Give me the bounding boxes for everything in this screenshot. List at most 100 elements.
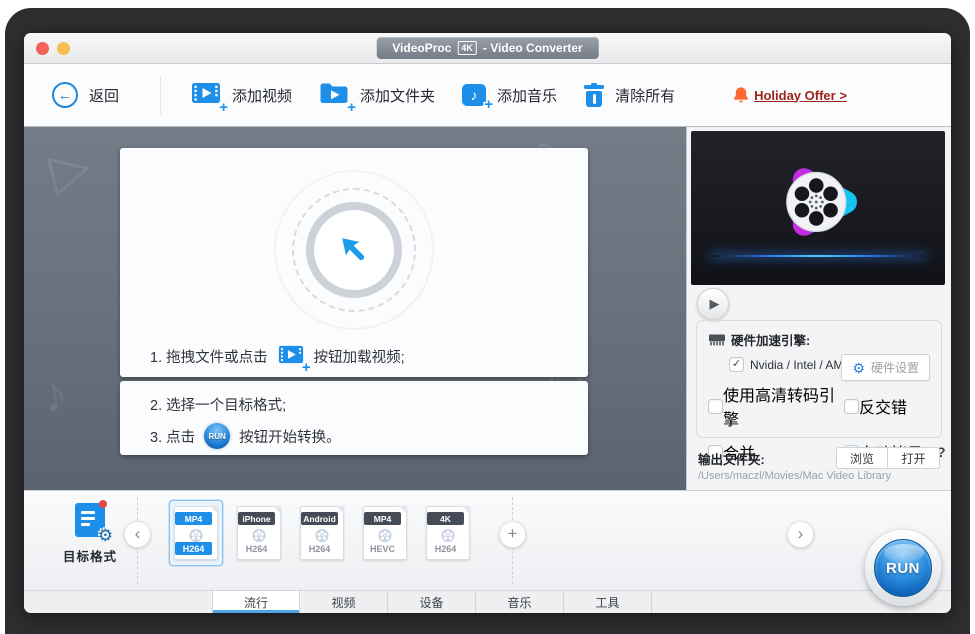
videoproc-logo <box>766 150 870 254</box>
instruction-step-3: 3. 点击 RUN 按钮开始转换。 <box>150 423 558 449</box>
back-icon: ← <box>52 82 78 108</box>
format-card-4k-h264[interactable]: 4K H264 <box>421 500 475 566</box>
add-video-icon: + <box>191 81 221 109</box>
gear-icon: ⚙ <box>98 527 113 544</box>
add-format-button[interactable]: + <box>499 521 526 548</box>
browse-button[interactable]: 浏览 <box>836 447 888 469</box>
plus-icon: + <box>484 97 493 112</box>
format-badge: 4K <box>427 512 464 525</box>
format-codec: H264 <box>301 542 338 555</box>
hd-engine-label: 使用高清转码引擎 <box>723 382 844 430</box>
open-button[interactable]: 打开 <box>888 447 940 469</box>
bell-icon <box>732 86 750 104</box>
close-button[interactable] <box>36 42 49 55</box>
minimize-button[interactable] <box>57 42 70 55</box>
gpu-row: ✓ Nvidia / Intel / AMD ⚙ 硬件设置 <box>708 357 930 372</box>
format-bar: ⚙ 目标格式 ‹ MP4 H264 <box>24 490 951 590</box>
step1-prefix: 1. 拖拽文件或点击 <box>150 346 268 367</box>
format-card-mp4-hevc[interactable]: MP4 HEVC <box>358 500 412 566</box>
target-format-label: 目标格式 <box>60 546 120 565</box>
run-button[interactable]: RUN <box>874 539 932 597</box>
play-icon: ▶ <box>710 296 720 312</box>
tab-device[interactable]: 设备 <box>388 591 476 613</box>
add-video-icon: + <box>278 344 304 369</box>
holiday-offer-link[interactable]: Holiday Offer > <box>732 86 847 104</box>
hardware-groupbox: 硬件加速引擎: ✓ Nvidia / Intel / AMD ⚙ 硬件设置 <box>696 320 942 438</box>
category-tabbar: 流行 视频 设备 音乐 工具 <box>24 590 951 613</box>
reel-icon <box>315 528 330 543</box>
format-codec: H264 <box>175 542 212 555</box>
clear-all-label: 清除所有 <box>615 85 675 106</box>
watermark-music-icon: ♪ <box>36 363 73 425</box>
scroll-left-button[interactable]: ‹ <box>124 521 151 548</box>
add-video-label: 添加视频 <box>232 85 292 106</box>
hw-engine-title: 硬件加速引擎: <box>731 330 810 349</box>
trash-icon <box>584 83 604 108</box>
holiday-offer-label[interactable]: Holiday Offer > <box>754 88 847 103</box>
toolbar: ← 返回 + <box>24 64 951 127</box>
gpu-label: Nvidia / Intel / AMD <box>750 358 852 372</box>
add-folder-button[interactable]: + 添加文件夹 <box>319 81 435 109</box>
plus-icon: + <box>508 525 518 542</box>
tab-music[interactable]: 音乐 <box>476 591 564 613</box>
drop-ring-inner <box>306 202 402 298</box>
hw-engine-title-row: 硬件加速引擎: <box>708 330 930 349</box>
tab-video[interactable]: 视频 <box>300 591 388 613</box>
chevron-right-icon: › <box>798 525 804 542</box>
back-button[interactable]: ← 返回 <box>52 82 119 108</box>
tab-label: 设备 <box>419 594 443 611</box>
side-panel: ▶ 硬件加速引擎: <box>686 127 951 490</box>
title-suffix: - Video Converter <box>483 41 583 55</box>
preview-play-button[interactable]: ▶ <box>697 288 729 320</box>
deinterlace-checkbox[interactable]: ✓ <box>844 399 859 414</box>
options-row-1: ✓ 使用高清转码引擎 ✓ 反交错 <box>708 382 930 430</box>
drop-card[interactable]: 1. 拖拽文件或点击 + <box>120 148 588 377</box>
glow-line <box>711 255 924 257</box>
tab-tools[interactable]: 工具 <box>564 591 652 613</box>
tab-label: 工具 <box>595 594 619 611</box>
add-music-icon: ♪ + <box>462 84 486 106</box>
output-folder-label: 输出文件夹: <box>698 449 765 468</box>
hd-engine-option[interactable]: ✓ 使用高清转码引擎 <box>708 382 844 430</box>
steps-card: 2. 选择一个目标格式; 3. 点击 RUN 按钮开始转换。 <box>120 381 588 455</box>
target-format[interactable]: ⚙ 目标格式 <box>60 503 120 565</box>
gpu-checkbox[interactable]: ✓ <box>729 357 744 372</box>
drop-area[interactable]: ▷ ♪ AVI 1. 拖拽文件或点击 <box>24 127 686 490</box>
toolbar-divider <box>160 76 161 114</box>
target-format-icon: ⚙ <box>75 503 105 537</box>
step3-suffix: 按钮开始转换。 <box>239 426 341 447</box>
run-label: RUN <box>886 560 920 577</box>
titlebar: VideoProc 4K - Video Converter <box>24 33 951 64</box>
format-card-android-h264[interactable]: Android H264 <box>295 500 349 566</box>
gear-icon: ⚙ <box>852 361 865 375</box>
tab-label: 视频 <box>331 594 355 611</box>
tab-popular[interactable]: 流行 <box>212 591 300 613</box>
add-music-button[interactable]: ♪ + 添加音乐 <box>462 84 557 106</box>
hd-engine-checkbox[interactable]: ✓ <box>708 399 723 414</box>
deinterlace-option[interactable]: ✓ 反交错 <box>844 382 907 430</box>
format-codec: HEVC <box>364 542 401 555</box>
add-folder-label: 添加文件夹 <box>360 85 435 106</box>
add-music-label: 添加音乐 <box>497 85 557 106</box>
screen: VideoProc 4K - Video Converter ← 返回 <box>0 0 975 634</box>
format-card-mp4-h264[interactable]: MP4 H264 <box>169 500 223 566</box>
chip-icon <box>708 333 726 346</box>
deinterlace-label: 反交错 <box>859 394 907 418</box>
format-codec: H264 <box>238 542 275 555</box>
clear-all-button[interactable]: 清除所有 <box>584 83 675 108</box>
format-badge: MP4 <box>175 512 212 525</box>
scroll-right-button[interactable]: › <box>787 521 814 548</box>
instruction-step-2: 2. 选择一个目标格式; <box>150 394 558 415</box>
add-video-button[interactable]: + 添加视频 <box>191 81 292 109</box>
plus-icon: + <box>219 100 228 115</box>
check-icon: ✓ <box>732 359 741 370</box>
format-badge: Android <box>301 512 338 525</box>
music-note-icon: ♪ <box>471 87 478 103</box>
reel-icon <box>441 528 456 543</box>
cursor-arrow-icon <box>336 232 372 268</box>
format-card-iphone-h264[interactable]: iPhone H264 <box>232 500 286 566</box>
output-folder-row: 输出文件夹: 浏览 打开 <box>698 447 940 469</box>
format-badge: iPhone <box>238 512 275 525</box>
hardware-settings-button[interactable]: ⚙ 硬件设置 <box>841 354 930 381</box>
step1-suffix: 按钮加载视频; <box>314 346 405 367</box>
